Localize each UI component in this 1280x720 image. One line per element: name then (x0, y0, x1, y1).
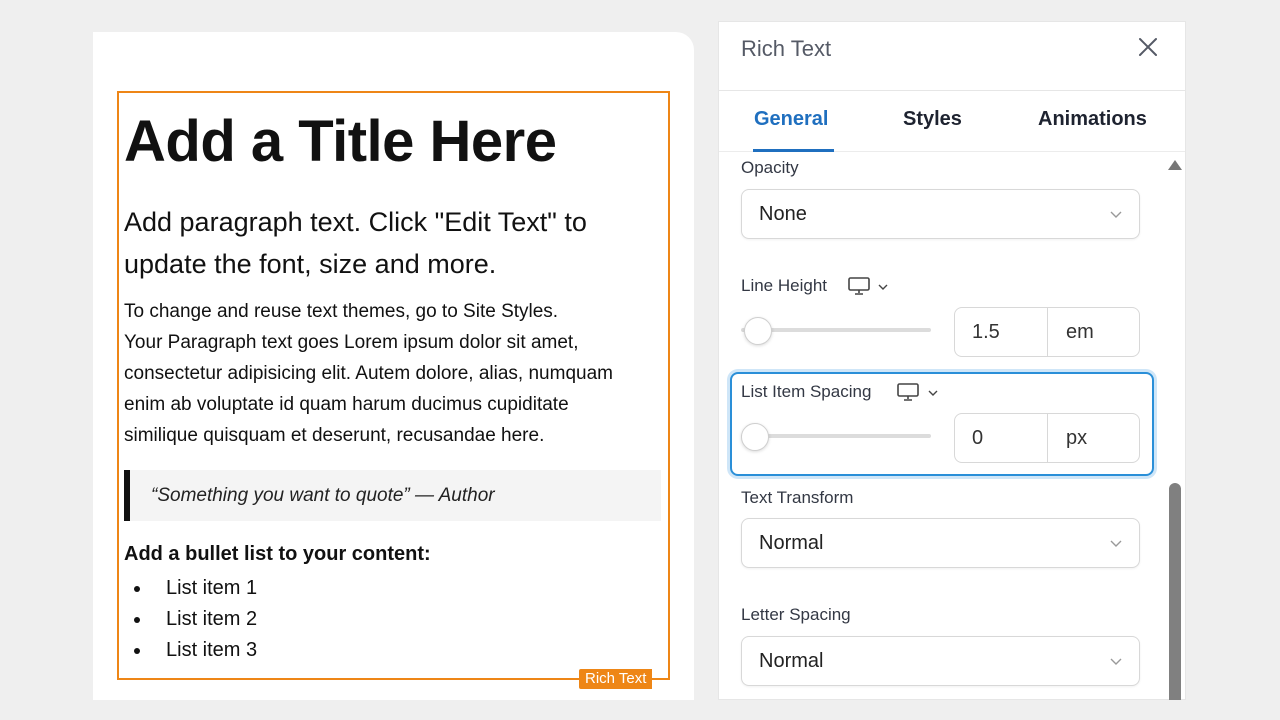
list-heading: Add a bullet list to your content: (124, 543, 431, 565)
list-item-label: List item 2 (166, 608, 258, 630)
blockquote: “Something you want to quote” — Author (124, 470, 661, 521)
letter-spacing-select[interactable]: Normal (741, 636, 1140, 686)
input-divider (1047, 414, 1048, 462)
text-transform-label: Text Transform (741, 488, 854, 507)
element-type-tag[interactable]: Rich Text (579, 669, 653, 689)
body-line: To change and reuse text themes, go to S… (124, 301, 559, 322)
page-title: Add a Title Here (124, 109, 557, 174)
list-item-spacing-slider-track[interactable] (741, 434, 931, 438)
body-line: consectetur adipisicing elit. Autem dolo… (124, 363, 613, 384)
list-item-spacing-unit-select[interactable]: px (1066, 414, 1087, 462)
list-item-spacing-slider-thumb[interactable] (741, 423, 769, 451)
lead-line: update the font, size and more. (124, 249, 497, 279)
bullet-icon (134, 617, 140, 623)
close-button[interactable] (1135, 34, 1161, 60)
opacity-select[interactable]: None (741, 189, 1140, 239)
lead-line: Add paragraph text. Click "Edit Text" to (124, 207, 587, 237)
bullet-list: List item 1 List item 2 List item 3 (124, 573, 257, 666)
line-height-unit-select[interactable]: em (1066, 308, 1094, 356)
text-transform-select[interactable]: Normal (741, 518, 1140, 568)
desktop-icon[interactable] (848, 277, 870, 295)
tab-general[interactable]: General (754, 108, 828, 131)
panel-title: Rich Text (741, 36, 832, 61)
body-line: similique quisquam et deserunt, recusand… (124, 425, 545, 446)
line-height-slider-thumb[interactable] (744, 317, 772, 345)
close-icon (1139, 38, 1157, 56)
opacity-label: Opacity (741, 158, 799, 177)
chevron-down-icon (1110, 658, 1122, 665)
list-item: List item 3 (124, 635, 257, 666)
list-item: List item 1 (124, 573, 257, 604)
list-item-spacing-value[interactable]: 0 (972, 414, 983, 462)
chevron-down-icon[interactable] (877, 282, 889, 292)
body-line: Your Paragraph text goes Lorem ipsum dol… (124, 332, 579, 353)
opacity-value: None (759, 203, 807, 225)
body-line: enim ab voluptate id quam harum ducimus … (124, 394, 569, 415)
body-paragraph: To change and reuse text themes, go to S… (124, 296, 659, 451)
line-height-value[interactable]: 1.5 (972, 308, 1000, 356)
input-divider (1047, 308, 1048, 356)
chevron-down-icon (1110, 540, 1122, 547)
letter-spacing-value: Normal (759, 650, 824, 672)
text-transform-value: Normal (759, 532, 824, 554)
active-tab-indicator (753, 149, 834, 152)
list-item-label: List item 3 (166, 639, 258, 661)
list-item-spacing-label: List Item Spacing (741, 382, 872, 401)
chevron-down-icon[interactable] (927, 388, 939, 398)
bullet-icon (134, 648, 140, 654)
chevron-down-icon (1110, 211, 1122, 218)
line-height-input[interactable]: 1.5 em (954, 307, 1140, 357)
list-item-spacing-input[interactable]: 0 px (954, 413, 1140, 463)
letter-spacing-label: Letter Spacing (741, 605, 851, 624)
lead-paragraph: Add paragraph text. Click "Edit Text" to… (124, 201, 654, 285)
list-item: List item 2 (124, 604, 257, 635)
tab-animations[interactable]: Animations (1038, 108, 1147, 131)
desktop-icon[interactable] (897, 383, 919, 401)
scroll-up-arrow[interactable] (1168, 160, 1182, 170)
tab-styles[interactable]: Styles (903, 108, 962, 131)
bullet-icon (134, 586, 140, 592)
list-item-label: List item 1 (166, 577, 258, 599)
line-height-label: Line Height (741, 276, 828, 295)
scrollbar-thumb[interactable] (1169, 483, 1181, 700)
